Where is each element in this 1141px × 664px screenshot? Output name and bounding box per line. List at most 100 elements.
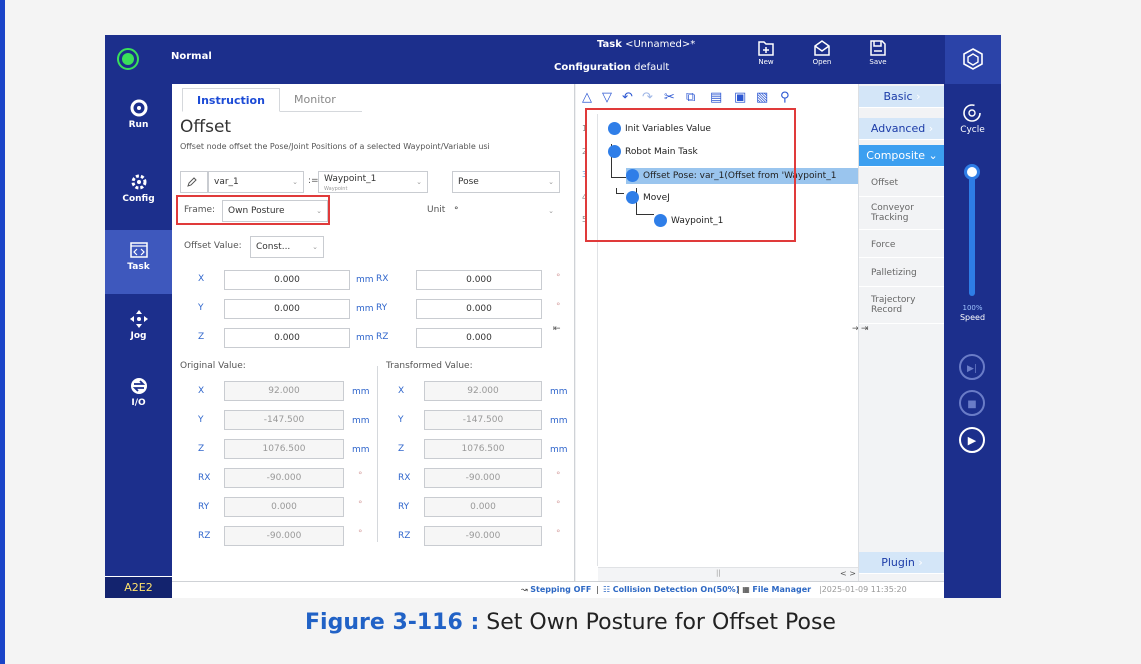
config-icon	[131, 174, 146, 190]
move-down-icon[interactable]: ▽	[602, 90, 612, 105]
robot-id: A2E2	[105, 576, 172, 598]
scroll-thumb-icon: ||	[716, 569, 721, 577]
original-rx-value: -90.000	[224, 468, 344, 488]
offset-x-input[interactable]: 0.000	[224, 270, 350, 290]
original-rz-axis: RZ	[198, 531, 211, 541]
nav-config-label: Config	[122, 194, 155, 204]
speed-slider[interactable]	[969, 166, 975, 296]
collision-label: Collision Detection On(50%)	[612, 585, 740, 594]
original-value-label: Original Value:	[180, 361, 246, 371]
pencil-icon	[187, 177, 197, 187]
offset-z-input[interactable]: 0.000	[224, 328, 350, 348]
transformed-rz-value: -90.000	[424, 526, 542, 546]
nav-run[interactable]: Run	[105, 88, 172, 152]
unit-select[interactable]: ° ⌄	[448, 200, 560, 222]
file-manager-link[interactable]: | ▦ File Manager	[737, 582, 811, 598]
jog-icon	[129, 310, 148, 328]
nav-jog[interactable]: Jog	[105, 299, 172, 363]
offset-y-axis: Y	[198, 303, 204, 313]
save-icon	[870, 40, 886, 56]
divider	[859, 257, 945, 258]
transformed-y-value: -147.500	[424, 410, 542, 430]
offset-rz-axis: RZ	[376, 332, 389, 342]
redo-icon[interactable]: ↷	[642, 90, 653, 105]
undo-icon[interactable]: ↶	[622, 90, 633, 105]
transformed-rz-axis: RZ	[398, 531, 411, 541]
copy-icon[interactable]: ⧉	[686, 90, 695, 105]
offset-z-axis: Z	[198, 332, 205, 342]
cycle-icon[interactable]	[961, 102, 983, 124]
run-icon	[130, 99, 147, 117]
category-composite[interactable]: Composite ⌄	[859, 145, 945, 167]
category-plugin[interactable]: Plugin ›	[859, 552, 945, 574]
composite-item-palletizing[interactable]: Palletizing	[859, 268, 945, 278]
stop-button[interactable]: ■	[959, 390, 985, 416]
category-basic-label: Basic	[883, 90, 913, 103]
waypoint-select[interactable]: Waypoint_1 Waypoint ⌄	[318, 171, 428, 193]
task-value: <Unnamed>*	[625, 39, 696, 50]
nav-jog-label: Jog	[130, 331, 147, 341]
panel-handle-icon[interactable]: ⇥	[861, 324, 869, 334]
speed-panel: Cycle 100% Speed ▶| ■ ▶	[944, 84, 1001, 598]
configuration-name: Configuration default	[554, 62, 669, 73]
suppress-icon[interactable]: ▧	[756, 90, 768, 105]
waypoint-type: Waypoint	[324, 186, 348, 192]
pose-select[interactable]: Pose ⌄	[452, 171, 560, 193]
composite-item-trajectory-record[interactable]: Trajectory Record	[859, 295, 929, 315]
node-category-panel: Basic › Advanced › Composite ⌄ Offset Co…	[858, 84, 945, 581]
original-rz-unit: °	[358, 529, 363, 539]
new-icon	[758, 41, 774, 56]
stepping-status[interactable]: ↝ Stepping OFF	[521, 582, 591, 598]
tab-monitor[interactable]: Monitor	[280, 88, 350, 112]
collapse-handle-icon[interactable]: ⇤	[553, 324, 561, 334]
offset-value-select[interactable]: Const... ⌄	[250, 236, 324, 258]
cut-icon[interactable]: ✂	[664, 90, 675, 105]
transformed-rz-unit: °	[556, 529, 561, 539]
nav-io[interactable]: I/O	[105, 366, 172, 430]
nav-io-label: I/O	[131, 398, 146, 408]
search-icon[interactable]: ⚲	[780, 90, 790, 105]
composite-item-conveyor-tracking[interactable]: Conveyor Tracking	[859, 203, 929, 223]
open-button[interactable]: Open	[806, 39, 838, 81]
transformed-rx-axis: RX	[398, 473, 411, 483]
offset-ry-input[interactable]: 0.000	[416, 299, 542, 319]
composite-item-force[interactable]: Force	[859, 240, 945, 250]
offset-rz-input[interactable]: 0.000	[416, 328, 542, 348]
category-basic[interactable]: Basic ›	[859, 86, 945, 108]
unit-label: Unit	[427, 205, 446, 215]
new-button[interactable]: New	[750, 39, 782, 81]
original-x-value: 92.000	[224, 381, 344, 401]
transformed-x-axis: X	[398, 386, 405, 396]
brand-logo	[945, 35, 1001, 84]
chevron-down-icon: ⌄	[416, 178, 422, 186]
transformed-z-unit: mm	[550, 445, 568, 455]
offset-rx-unit: °	[556, 273, 561, 283]
offset-y-input[interactable]: 0.000	[224, 299, 350, 319]
variable-select[interactable]: var_1 ⌄	[208, 171, 304, 193]
edit-button[interactable]	[180, 171, 208, 193]
original-rz-value: -90.000	[224, 526, 344, 546]
timestamp: |2025-01-09 11:35:20	[819, 585, 907, 594]
offset-value-label: Offset Value:	[184, 241, 242, 251]
speed-slider-handle[interactable]	[964, 164, 980, 180]
scroll-arrows-icon[interactable]: < >	[840, 569, 856, 578]
tab-instruction[interactable]: Instruction	[182, 88, 280, 112]
original-z-value: 1076.500	[224, 439, 344, 459]
configuration-value: default	[634, 62, 670, 73]
divider	[859, 323, 945, 324]
nav-task[interactable]: Task	[105, 230, 172, 294]
save-button[interactable]: Save	[862, 39, 894, 81]
nav-config[interactable]: Config	[105, 162, 172, 226]
delete-icon[interactable]: ▣	[734, 90, 746, 105]
offset-ry-axis: RY	[376, 303, 388, 313]
paste-icon[interactable]: ▤	[710, 90, 722, 105]
play-button[interactable]: ▶	[959, 427, 985, 453]
horizontal-scrollbar[interactable]: || < >	[598, 567, 858, 581]
category-advanced[interactable]: Advanced ›	[859, 118, 945, 140]
composite-item-offset[interactable]: Offset	[859, 178, 945, 188]
offset-rx-input[interactable]: 0.000	[416, 270, 542, 290]
original-rx-unit: °	[358, 471, 363, 481]
move-up-icon[interactable]: △	[582, 90, 592, 105]
step-button[interactable]: ▶|	[959, 354, 985, 380]
collision-status[interactable]: ☷ Collision Detection On(50%)	[603, 582, 739, 598]
